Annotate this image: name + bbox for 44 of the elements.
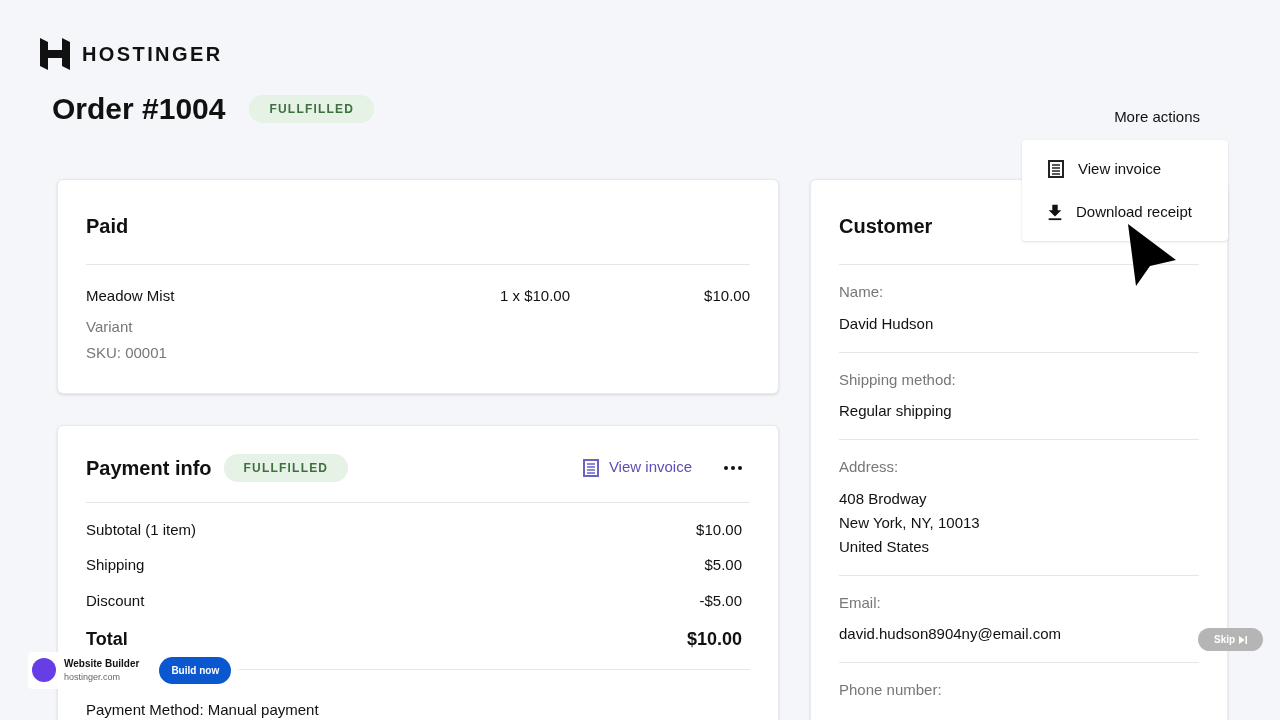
brand-name: HOSTINGER: [82, 42, 223, 67]
field-label: Shipping method:: [839, 369, 957, 390]
document-icon: [1046, 159, 1066, 180]
order-title: Order #1004: [52, 91, 226, 127]
quantity-price: 1 x $10.00: [500, 286, 572, 306]
total-label: Total: [86, 628, 128, 651]
more-options-icon[interactable]: [724, 465, 742, 470]
view-invoice-link[interactable]: View invoice: [580, 456, 692, 479]
field-value: United States: [839, 536, 931, 557]
ad-domain: hostinger.com: [64, 671, 122, 684]
card-title: Paid: [86, 180, 750, 265]
field-value: David Hudson: [839, 313, 935, 334]
product-name: Meadow Mist: [86, 286, 176, 306]
summary-value: $5.00: [704, 555, 742, 575]
card-title: Payment info: [86, 455, 212, 481]
skip-icon: [1239, 635, 1248, 644]
download-icon: [1046, 202, 1064, 221]
summary-label: Shipping: [86, 555, 145, 575]
document-icon: [580, 457, 601, 478]
build-now-button[interactable]: Build now: [159, 656, 232, 684]
field-value: 408 Brodway: [839, 488, 928, 509]
field-value: Regular shipping: [839, 401, 953, 421]
product-sku: SKU: 00001: [86, 343, 168, 363]
summary-value: -$5.00: [699, 590, 742, 611]
field-label: Phone number:: [839, 680, 943, 700]
summary-label: Discount: [86, 590, 145, 611]
field-label: Name:: [839, 282, 885, 302]
summary-label: Subtotal (1 item): [86, 519, 197, 540]
more-actions-button[interactable]: More actions: [1114, 106, 1200, 129]
product-variant: Variant: [86, 316, 134, 337]
status-badge: FULLFILLED: [223, 453, 349, 482]
field-value: New York, NY, 10013: [839, 512, 981, 533]
line-total: $10.00: [703, 286, 750, 306]
cursor-icon: [1128, 224, 1176, 286]
logo-icon: [40, 38, 70, 70]
field-value: david.hudson8904ny@email.com: [839, 624, 1063, 644]
field-label: Address:: [839, 457, 900, 477]
ad-logo-icon: [32, 658, 56, 683]
ad-title: Website Builder: [64, 657, 140, 671]
field-label: Email:: [839, 592, 882, 613]
summary-value: $10.00: [696, 519, 742, 540]
total-value: $10.00: [686, 628, 742, 651]
status-badge: FULLFILLED: [249, 94, 375, 123]
payment-method: Payment Method: Manual payment: [86, 701, 319, 718]
